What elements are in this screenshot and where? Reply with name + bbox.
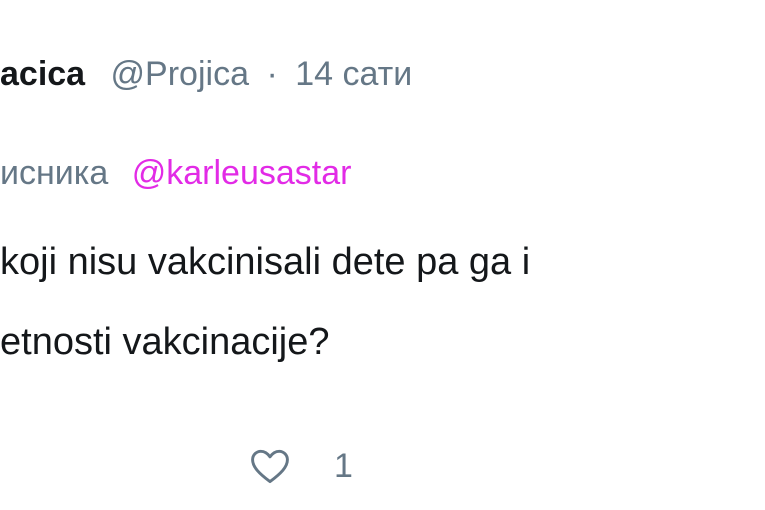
separator-dot: · xyxy=(266,55,278,93)
reply-prefix: исника xyxy=(0,154,109,192)
reply-context: исника @karleusastar xyxy=(0,148,351,198)
tweet-actions: 1 xyxy=(248,440,353,492)
tweet-card: acica @Projica · 14 сати исника @karleus… xyxy=(0,0,765,510)
heart-outline-icon[interactable] xyxy=(248,444,292,488)
tweet-text-line-2: etnosti vakcinacije? xyxy=(0,321,330,363)
tweet-text-line-1: koji nisu vakcinisali dete pa ga i xyxy=(0,241,531,283)
author-name[interactable]: acica xyxy=(0,55,85,93)
heart-outline-svg xyxy=(251,449,289,484)
author-handle[interactable]: @Projica xyxy=(111,55,249,93)
like-count: 1 xyxy=(334,447,353,485)
tweet-header: acica @Projica · 14 сати xyxy=(0,48,412,100)
reply-mention-link[interactable]: @karleusastar xyxy=(132,154,352,192)
tweet-timestamp[interactable]: 14 сати xyxy=(295,55,412,93)
